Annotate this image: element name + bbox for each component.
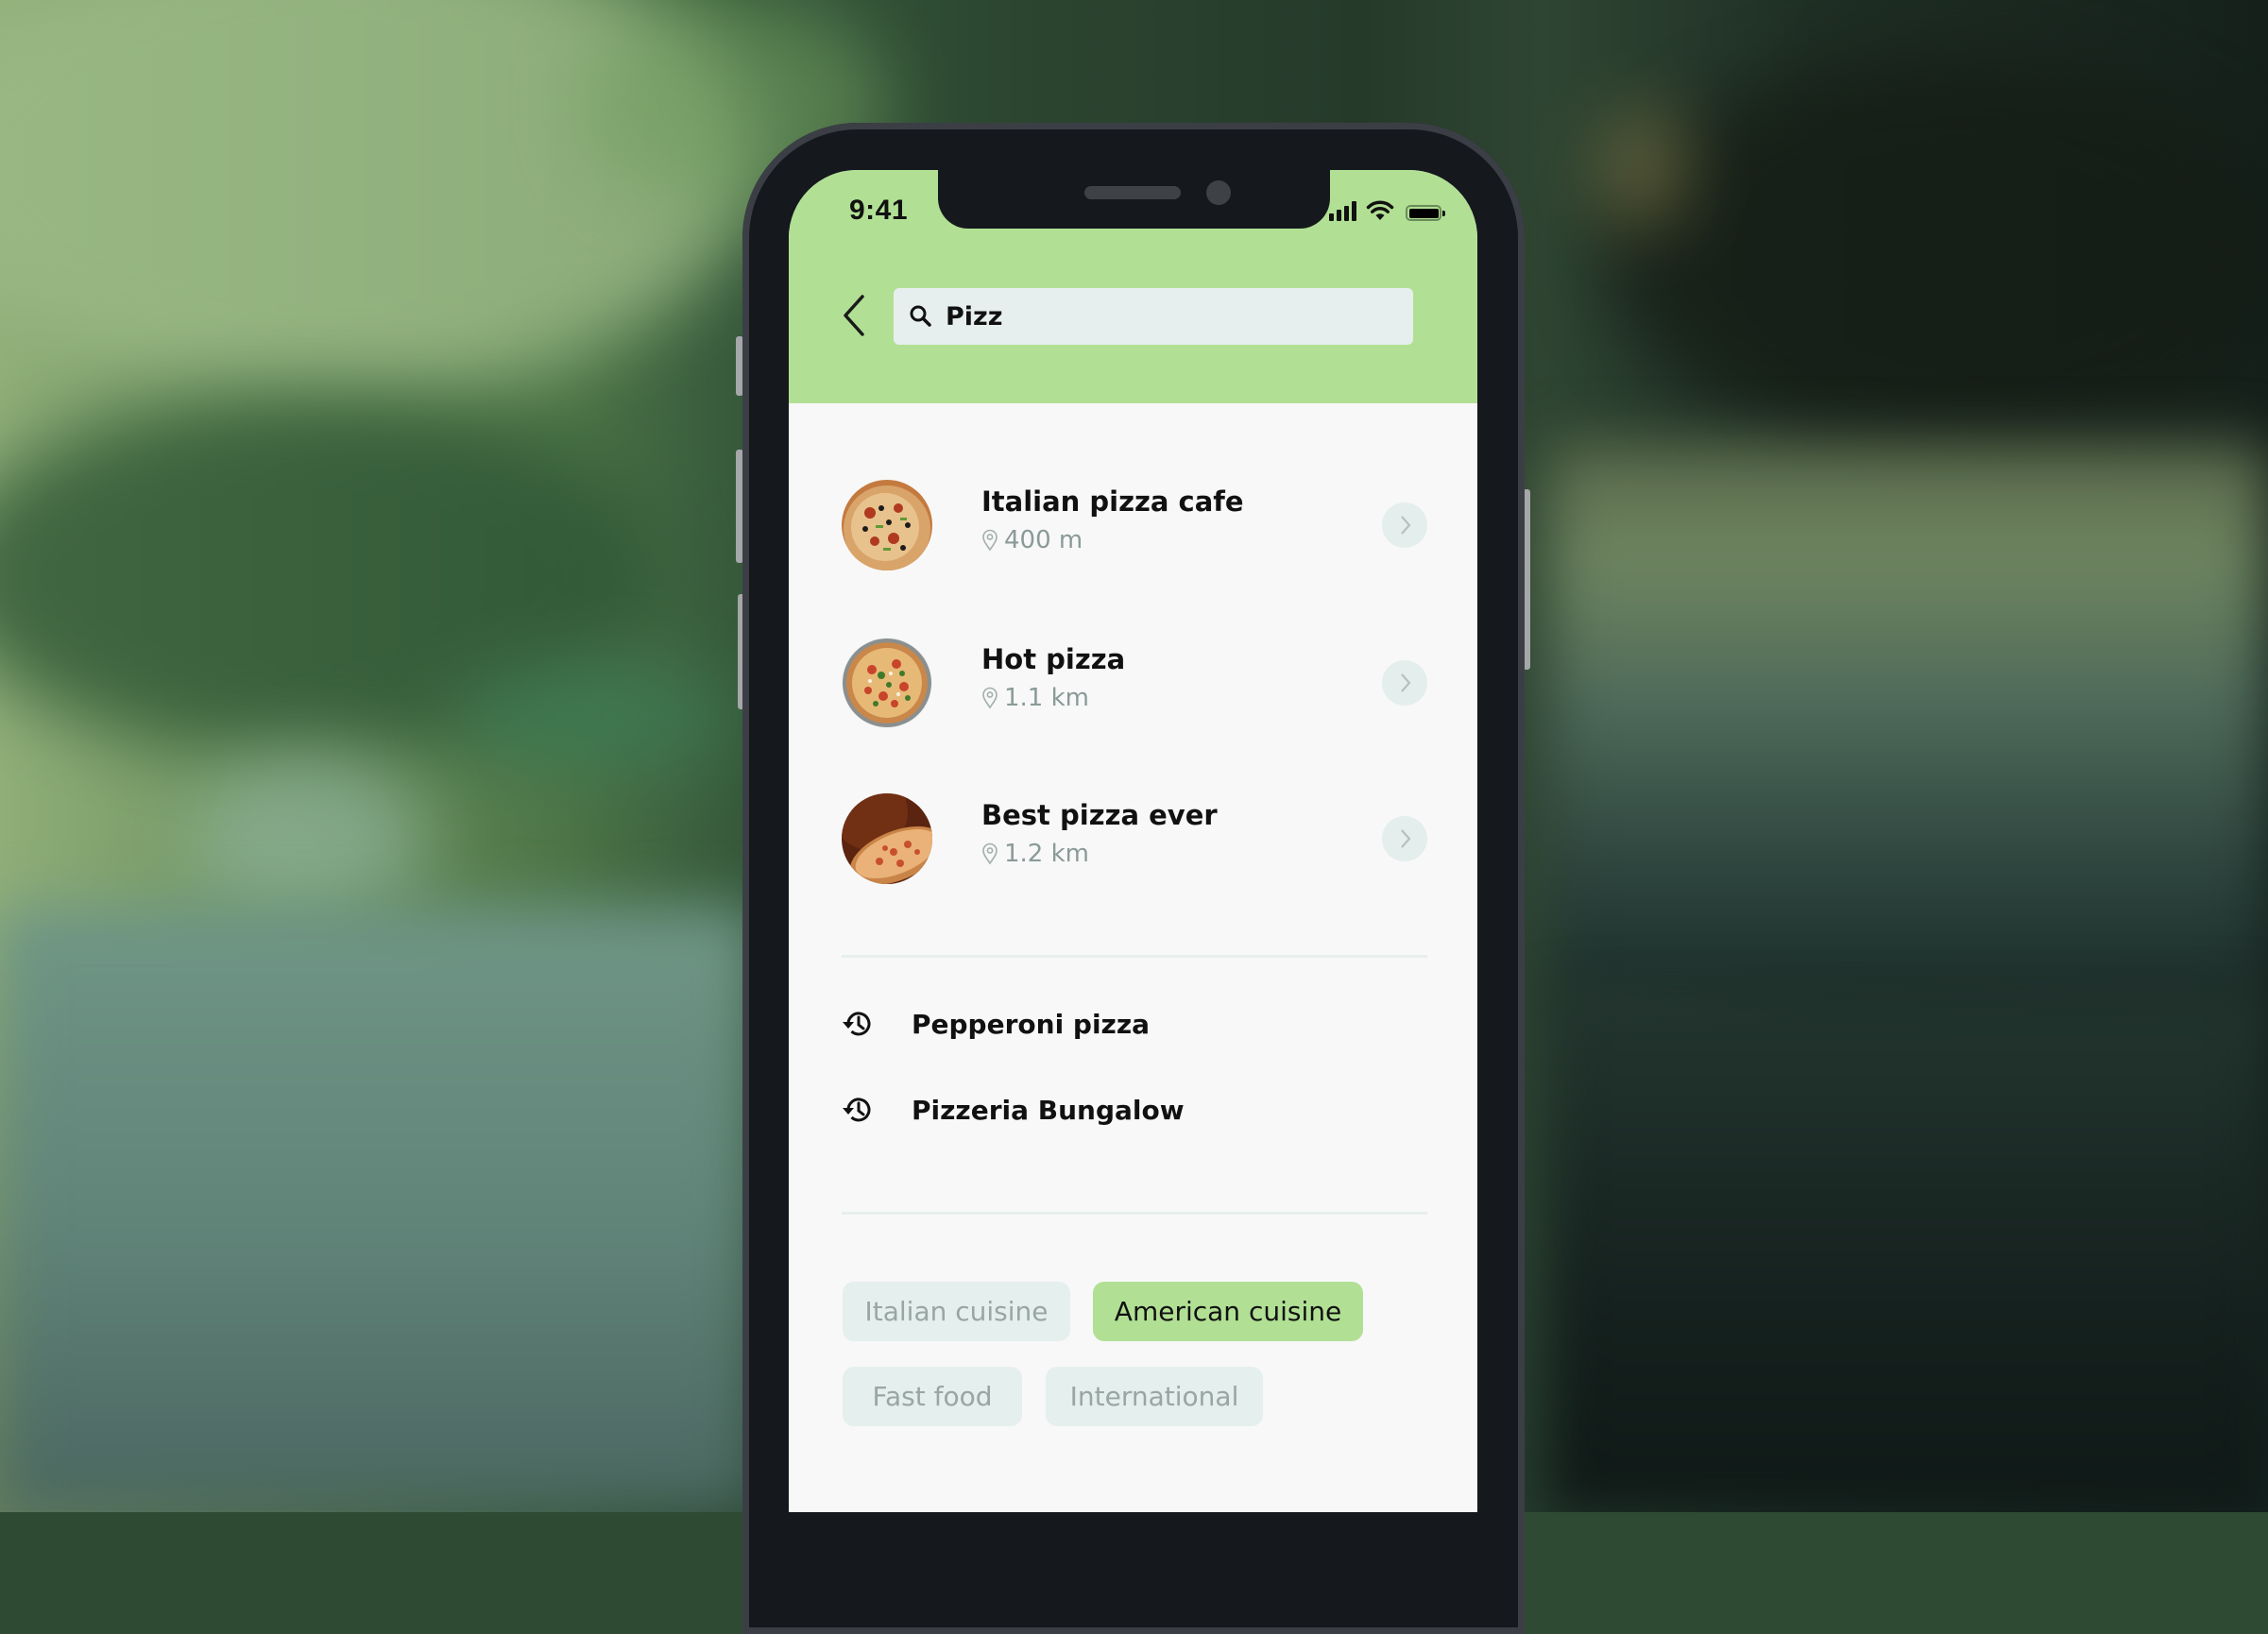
phone-screen: 9:41 Pizz Italian pizza cafe 400 m Hot p… xyxy=(789,170,1477,1512)
recent-search-label: Pepperoni pizza xyxy=(912,1008,1151,1040)
location-pin-icon xyxy=(982,843,998,865)
divider xyxy=(842,1212,1427,1215)
open-restaurant-button[interactable] xyxy=(1382,502,1427,548)
wifi-icon xyxy=(1366,200,1394,220)
search-header: 9:41 xyxy=(789,170,1477,403)
restaurant-thumbnail xyxy=(842,793,932,884)
search-input[interactable] xyxy=(946,301,1380,332)
magnifier-icon xyxy=(910,305,931,327)
chevron-right-icon xyxy=(1401,516,1411,535)
battery-icon xyxy=(1406,205,1445,221)
result-item[interactable]: Italian pizza cafe 400 m xyxy=(842,480,1427,570)
front-camera xyxy=(1206,180,1231,205)
history-icon xyxy=(843,1098,871,1122)
category-chip-fast-food[interactable]: Fast food xyxy=(843,1367,1022,1426)
distance-value: 1.2 km xyxy=(1004,840,1089,868)
status-time: 9:41 xyxy=(849,195,909,226)
restaurant-name: Hot pizza xyxy=(981,643,1126,675)
chevron-right-icon xyxy=(1401,673,1411,692)
location-pin-icon xyxy=(982,687,998,709)
cellular-signal-icon xyxy=(1329,201,1356,221)
restaurant-distance: 1.1 km xyxy=(981,684,1089,712)
result-item[interactable]: Hot pizza 1.1 km xyxy=(842,638,1427,728)
recent-search-item[interactable]: Pepperoni pizza xyxy=(842,1003,1427,1045)
category-chip-international[interactable]: International xyxy=(1046,1367,1263,1426)
chevron-right-icon xyxy=(1401,829,1411,848)
recent-search-item[interactable]: Pizzeria Bungalow xyxy=(842,1089,1427,1131)
location-pin-icon xyxy=(982,529,998,552)
restaurant-distance: 400 m xyxy=(981,526,1083,554)
status-icons xyxy=(1329,200,1445,221)
search-bar[interactable] xyxy=(894,288,1413,345)
category-chip-italian-cuisine[interactable]: Italian cuisine xyxy=(843,1282,1070,1341)
notch xyxy=(938,170,1330,229)
category-chip-american-cuisine[interactable]: American cuisine xyxy=(1093,1282,1363,1341)
back-button[interactable] xyxy=(840,293,872,338)
history-icon xyxy=(843,1012,871,1036)
distance-value: 400 m xyxy=(1004,526,1083,554)
open-restaurant-button[interactable] xyxy=(1382,660,1427,706)
restaurant-name: Best pizza ever xyxy=(981,799,1218,831)
distance-value: 1.1 km xyxy=(1004,684,1089,712)
restaurant-name: Italian pizza cafe xyxy=(981,485,1244,518)
speaker-grille xyxy=(1084,186,1181,199)
restaurant-thumbnail xyxy=(842,638,932,728)
restaurant-thumbnail xyxy=(842,480,932,570)
divider xyxy=(842,955,1427,958)
open-restaurant-button[interactable] xyxy=(1382,816,1427,861)
chevron-left-icon xyxy=(844,295,864,336)
result-item[interactable]: Best pizza ever 1.2 km xyxy=(842,793,1427,884)
recent-search-label: Pizzeria Bungalow xyxy=(912,1094,1185,1126)
restaurant-distance: 1.2 km xyxy=(981,840,1089,868)
